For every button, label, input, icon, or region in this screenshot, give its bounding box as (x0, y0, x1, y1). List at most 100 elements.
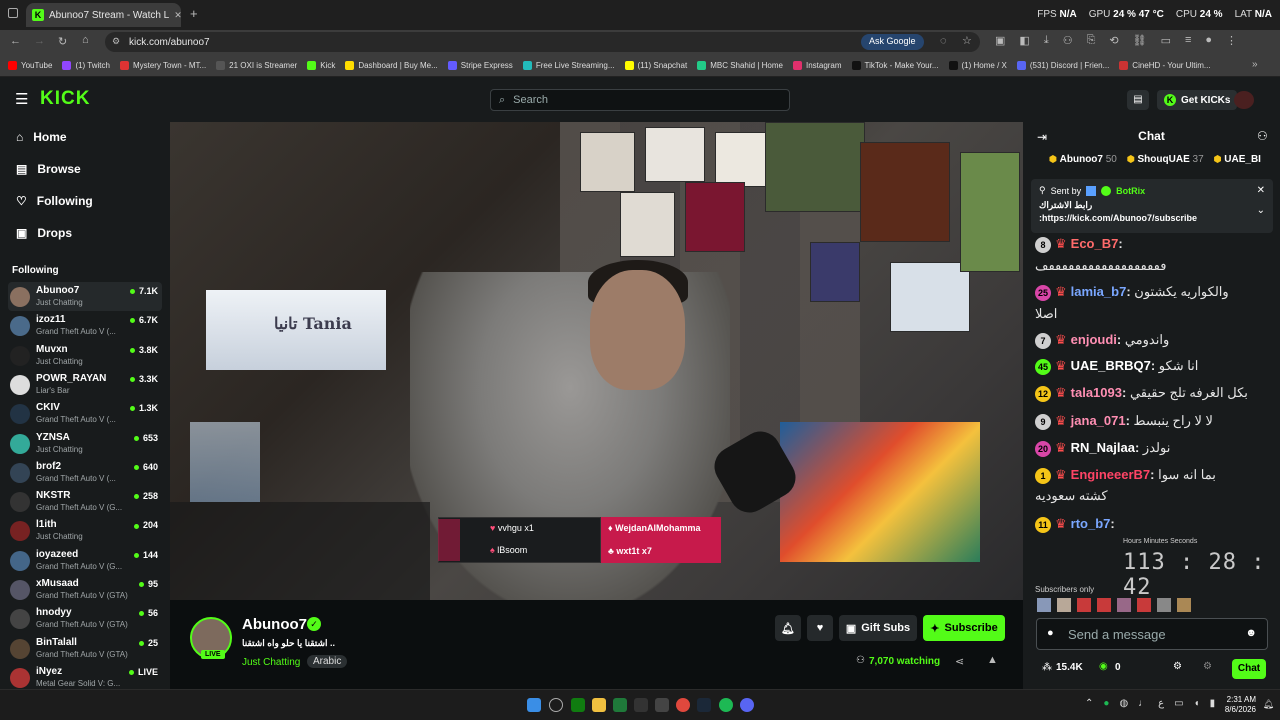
chevron-down-icon[interactable]: ⌄ (1257, 205, 1265, 216)
nav-home[interactable]: ⌂ Home (16, 130, 67, 144)
new-tab-icon[interactable]: + (190, 6, 198, 21)
following-channel-abunoo7[interactable]: Abunoo7 Just Chatting 7.1K (8, 282, 162, 311)
app-icon[interactable] (634, 698, 648, 712)
bookmark-item[interactable]: Kick (307, 61, 335, 70)
leaderboard-entry[interactable]: ⬢ ShouqUAE 37 (1127, 154, 1204, 174)
nav-following[interactable]: ♡ Following (16, 194, 93, 208)
language-indicator[interactable]: ع (1158, 698, 1164, 709)
following-channel-ioyazeed[interactable]: ioyazeed Grand Theft Auto V (G... 144 (8, 546, 162, 575)
bookmark-item[interactable]: TikTok - Make Your... (851, 61, 939, 70)
notification-icon[interactable]: 🔔︎ (1263, 699, 1274, 710)
discord-icon[interactable] (740, 698, 754, 712)
history-icon[interactable]: ⟲ (1109, 34, 1118, 47)
language-tag[interactable]: Arabic (307, 655, 348, 668)
puzzle-icon[interactable]: ◧ (1019, 34, 1029, 47)
extension-icon[interactable]: ▣ (995, 34, 1005, 47)
streamer-name[interactable]: Abunoo7 (242, 616, 307, 633)
follow-heart-icon[interactable]: ♥ (807, 615, 833, 641)
nav-drops[interactable]: ▣ Drops (16, 226, 72, 240)
bookmark-item[interactable]: (11) Snapchat (624, 61, 687, 70)
excel-icon[interactable] (613, 698, 627, 712)
forward-icon[interactable]: → (34, 35, 45, 47)
menu-dots-icon[interactable]: ⋮ (1226, 34, 1237, 47)
notification-bell-icon[interactable]: 🔔︎ (775, 615, 801, 641)
following-channel-muvxn[interactable]: Muvxn Just Chatting 3.8K (8, 341, 162, 370)
gift-subs-button[interactable]: ▣ Gift Subs (839, 615, 917, 641)
xbox-icon[interactable] (571, 698, 585, 712)
report-icon[interactable]: ▲ (987, 654, 998, 666)
subscribe-button[interactable]: ✦ Subscribe (923, 615, 1005, 641)
ask-google-button[interactable]: Ask Google (861, 34, 924, 50)
reload-icon[interactable]: ↻ (58, 35, 67, 48)
bookmark-item[interactable]: YouTube (8, 61, 52, 70)
bookmark-item[interactable]: Free Live Streaming... (522, 61, 615, 70)
browser-tab[interactable]: K Abunoo7 Stream - Watch L ✕ (26, 3, 181, 27)
following-channel-bintalall[interactable]: BinTalall Grand Theft Auto V (GTA) 25 (8, 634, 162, 663)
share-icon[interactable]: ⋖ (955, 655, 964, 668)
following-channel-powr_rayan[interactable]: POWR_RAYAN Liar's Bar 3.3K (8, 370, 162, 399)
bookmark-star-icon[interactable]: ☆ (962, 34, 972, 47)
eye-off-icon[interactable]: ◌ (940, 35, 947, 47)
back-icon[interactable]: ← (10, 35, 21, 47)
bookmark-item[interactable]: Stripe Express (447, 61, 513, 70)
nav-browse[interactable]: ▤ Browse (16, 162, 81, 176)
volume-icon[interactable]: ◖ (1194, 698, 1200, 709)
tab-close-icon[interactable]: ✕ (174, 10, 181, 21)
hamburger-menu-icon[interactable]: ☰ (15, 90, 28, 108)
chevron-up-icon[interactable]: ⌃ (1085, 698, 1093, 709)
users-icon[interactable]: ⚇ (1257, 129, 1268, 143)
send-message-input[interactable]: ● Send a message ☻ (1036, 618, 1268, 650)
clock[interactable]: 2:31 AM 8/6/2026 (1225, 695, 1256, 715)
file-explorer-icon[interactable] (592, 698, 606, 712)
browse-grid-icon[interactable]: ▤ (1127, 90, 1149, 110)
settings-alt-icon[interactable]: ⚙ (1203, 661, 1212, 672)
stream-category[interactable]: Just Chatting (242, 657, 300, 668)
search-icon[interactable] (549, 698, 563, 712)
home-icon[interactable]: ⌂ (82, 34, 89, 46)
translate-icon[interactable]: ⎘ (1087, 34, 1096, 47)
following-channel-hnodyy[interactable]: hnodyy Grand Theft Auto V (GTA) 56 (8, 604, 162, 633)
chat-send-button[interactable]: Chat (1232, 659, 1266, 679)
chat-settings-icon[interactable]: ● (1047, 627, 1054, 639)
following-channel-l1ith[interactable]: l1ith Just Chatting 204 (8, 516, 162, 545)
following-channel-inyez[interactable]: iNyez Metal Gear Solid V: G... LIVE (8, 663, 162, 689)
site-info-icon[interactable]: ⚙ (112, 36, 120, 47)
following-channel-ckiv[interactable]: CKIV Grand Theft Auto V (... 1.3K (8, 399, 162, 428)
profile-avatar-icon[interactable]: ● (1205, 34, 1212, 47)
more-bookmarks-icon[interactable]: » (1252, 59, 1258, 70)
chrome-icon[interactable] (676, 698, 690, 712)
emoji-icon[interactable]: ☻ (1245, 627, 1257, 639)
start-icon[interactable] (527, 698, 541, 712)
bookmark-item[interactable]: CineHD - Your Ultim... (1119, 61, 1211, 70)
bookmark-item[interactable]: (1) Home / X (948, 61, 1007, 70)
card-icon[interactable]: ▭ (1161, 34, 1171, 47)
bookmark-item[interactable]: (1) Twitch (62, 61, 110, 70)
pinned-link[interactable]: :https://kick.com/Abunoo7/subscribe (1039, 213, 1265, 223)
unpin-icon[interactable]: ✕ (1257, 185, 1265, 196)
xbox-icon[interactable]: ◍ (1119, 698, 1128, 709)
app-icon[interactable] (655, 698, 669, 712)
steam-icon[interactable] (697, 698, 711, 712)
tab-actions-icon[interactable] (8, 8, 18, 18)
get-kicks-button[interactable]: K Get KICKs (1157, 90, 1238, 110)
spotify-icon[interactable] (719, 698, 733, 712)
link-icon[interactable]: ⛓ (1133, 34, 1147, 47)
following-channel-brof2[interactable]: brof2 Grand Theft Auto V (... 640 (8, 458, 162, 487)
download-icon[interactable]: ⤓ (1044, 34, 1049, 47)
kick-logo[interactable]: KICK (40, 88, 90, 110)
network-icon[interactable]: ▭ (1174, 698, 1183, 709)
bookmark-item[interactable]: Instagram (792, 61, 842, 70)
bookmark-item[interactable]: Mystery Town - MT... (119, 61, 206, 70)
following-channel-xmusaad[interactable]: xMusaad Grand Theft Auto V (GTA) 95 (8, 575, 162, 604)
user-avatar[interactable] (1234, 91, 1254, 109)
bookmark-item[interactable]: 21 OXI is Streamer (216, 61, 297, 70)
bookmark-item[interactable]: MBC Shahid | Home (697, 61, 783, 70)
leaderboard-entry[interactable]: ⬢ UAE_BI (1214, 154, 1261, 174)
extension-icon[interactable]: ⚇ (1063, 34, 1073, 47)
microphone-icon[interactable]: ♩ (1138, 698, 1148, 709)
gear-icon[interactable]: ⚙ (1173, 661, 1182, 672)
bookmark-item[interactable]: Dashboard | Buy Me... (345, 61, 438, 70)
address-bar[interactable]: kick.com/abunoo7 (105, 32, 980, 52)
playlist-icon[interactable]: ≡ (1185, 34, 1191, 47)
bookmark-item[interactable]: (531) Discord | Frien... (1016, 61, 1109, 70)
